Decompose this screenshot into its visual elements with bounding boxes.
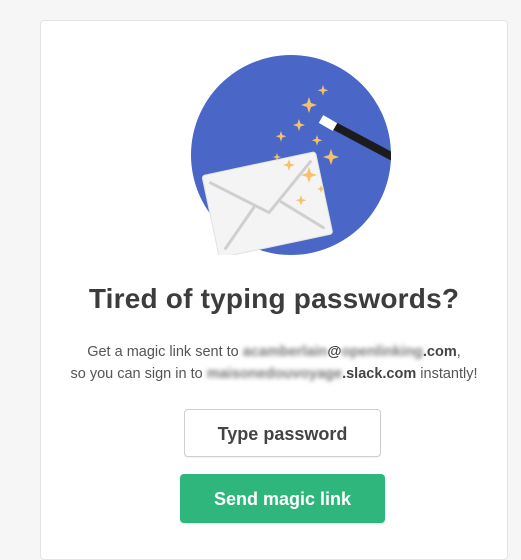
workspace-name-blurred: maisonedouvoyage xyxy=(206,366,343,382)
magic-link-card: Tired of typing passwords? Get a magic l… xyxy=(40,20,508,560)
workspace-domain: .slack.com xyxy=(342,366,417,382)
page-title: Tired of typing passwords? xyxy=(88,283,460,314)
email-local-blurred: acamberlain xyxy=(242,344,328,360)
magic-link-description: Get a magic link sent to acamberlain@ope… xyxy=(41,341,507,385)
type-password-button[interactable]: Type password xyxy=(184,409,381,457)
email-domain-blurred: openlinking xyxy=(341,344,423,360)
description-line1-suffix: , xyxy=(456,344,461,360)
workspace-url: maisonedouvoyage.slack.com xyxy=(207,366,417,382)
description-line2-prefix: so you can sign in to xyxy=(70,366,207,382)
email-address: acamberlain@openlinking.com xyxy=(243,344,457,360)
email-at: @ xyxy=(327,344,342,360)
send-magic-link-button[interactable]: Send magic link xyxy=(180,474,385,523)
magic-link-illustration xyxy=(191,55,391,255)
description-line1-prefix: Get a magic link sent to xyxy=(87,344,243,360)
description-line2-suffix: instantly! xyxy=(416,366,478,382)
email-tld: .com xyxy=(422,344,457,360)
